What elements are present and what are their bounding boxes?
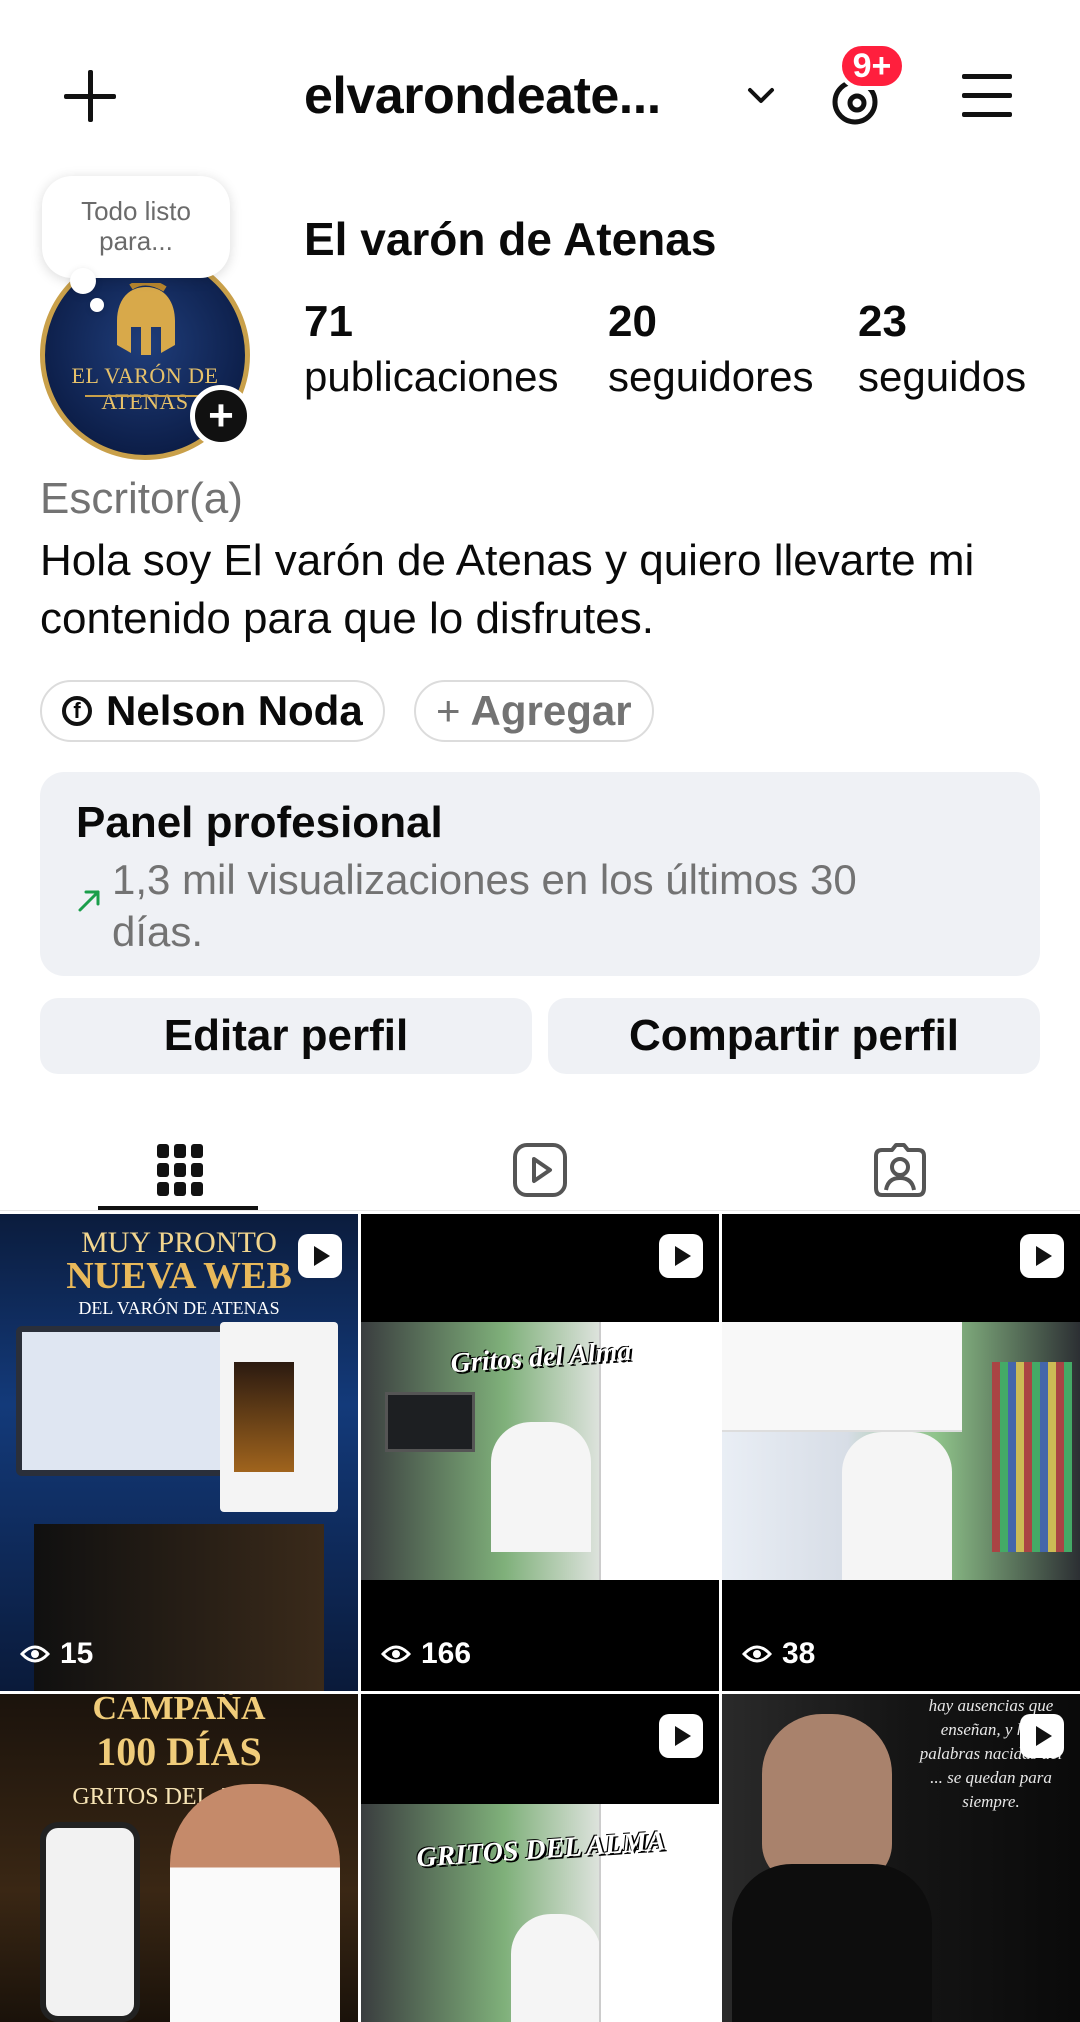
eye-icon — [20, 1645, 50, 1663]
person-silhouette — [842, 1432, 952, 1580]
screen-overlay — [722, 1322, 962, 1432]
profile-category: Escritor(a) — [40, 474, 243, 523]
create-plus-icon[interactable] — [62, 68, 118, 124]
post-tile[interactable]: hay ausencias que enseñan, y hay palabra… — [722, 1694, 1080, 2022]
profile-note[interactable]: Todo listo para... — [42, 176, 230, 278]
facebook-icon: f — [62, 696, 92, 726]
phone-mockup — [40, 1822, 140, 2022]
person-silhouette — [511, 1914, 601, 2022]
post-views-count: 15 — [60, 1637, 94, 1670]
chevron-down-icon[interactable] — [744, 80, 778, 110]
top-bar: elvarondeate... 9+ — [0, 0, 1080, 180]
reel-icon — [659, 1714, 703, 1758]
trend-up-arrow-icon — [78, 890, 100, 912]
eye-icon — [381, 1645, 411, 1663]
reel-icon — [1020, 1234, 1064, 1278]
facebook-link-chip[interactable]: f Nelson Noda — [40, 680, 385, 742]
stat-following[interactable]: 23 seguidos — [858, 298, 1026, 408]
tab-reels[interactable] — [360, 1124, 720, 1216]
spartan-helmet-icon — [117, 283, 175, 355]
stat-following-label: seguidos — [858, 353, 1027, 400]
plus-icon: + — [436, 687, 461, 734]
person-silhouette — [491, 1422, 591, 1552]
grid-icon — [157, 1144, 203, 1196]
stat-following-count: 23 — [858, 297, 907, 346]
post-title-sub: DEL VARÓN DE ATENAS — [78, 1298, 280, 1318]
post-tile[interactable]: 38 — [722, 1214, 1080, 1691]
video-frame — [722, 1322, 1080, 1580]
facebook-link-label: Nelson Noda — [106, 687, 363, 734]
post-tile[interactable]: CAMPAÑA 100 DÍAS GRITOS DEL ALMA — [0, 1694, 358, 2022]
book-cover — [234, 1362, 294, 1472]
professional-dashboard-card[interactable]: Panel profesional 1,3 mil visualizacione… — [40, 772, 1040, 976]
posts-grid: MUY PRONTO NUEVA WEB DEL VARÓN DE ATENAS… — [0, 1214, 1080, 2022]
active-tab-indicator — [98, 1206, 258, 1210]
profile-display-name: El varón de Atenas — [304, 213, 717, 265]
monitor-mockup — [16, 1326, 246, 1476]
post-views-count: 166 — [421, 1637, 472, 1670]
account-username[interactable]: elvarondeate... — [304, 66, 661, 126]
tab-posts-grid[interactable] — [0, 1124, 360, 1216]
post-tile[interactable]: Gritos del Alma 166 — [361, 1214, 719, 1691]
post-views: 38 — [742, 1637, 815, 1671]
author-portrait-head — [762, 1714, 892, 1884]
post-tile[interactable]: MUY PRONTO NUEVA WEB DEL VARÓN DE ATENAS… — [0, 1214, 358, 1691]
eye-icon — [742, 1645, 772, 1663]
post-title-main: 100 DÍAS — [96, 1729, 262, 1774]
panel-summary: 1,3 mil visualizaciones en los últimos 3… — [112, 856, 857, 955]
reel-icon — [298, 1234, 342, 1278]
author-portrait-body — [732, 1864, 932, 2022]
reel-icon — [659, 1234, 703, 1278]
panel-title: Panel profesional — [76, 798, 443, 847]
author-photo — [170, 1784, 340, 2022]
notification-badge: 9+ — [838, 42, 906, 90]
stat-followers-count: 20 — [608, 297, 657, 346]
post-views: 15 — [20, 1637, 93, 1671]
edit-profile-button[interactable]: Editar perfil — [40, 998, 532, 1074]
add-link-chip[interactable]: + Agregar — [414, 680, 654, 742]
post-views-count: 38 — [782, 1637, 816, 1670]
avatar-divider — [85, 395, 205, 397]
share-profile-button[interactable]: Compartir perfil — [548, 998, 1040, 1074]
stat-posts-count: 71 — [304, 297, 353, 346]
post-tile[interactable]: GRITOS DEL ALMA — [361, 1694, 719, 2022]
book-card-mockup — [220, 1322, 338, 1512]
reel-icon — [1020, 1714, 1064, 1758]
stat-followers-label: seguidores — [608, 353, 814, 400]
note-bubble-dot — [70, 268, 96, 294]
tab-tagged[interactable] — [720, 1124, 1080, 1216]
post-title-top: CAMPAÑA — [92, 1694, 266, 1727]
post-views: 166 — [381, 1637, 471, 1671]
tabs-divider — [0, 1210, 1080, 1211]
stat-posts-label: publicaciones — [304, 353, 559, 400]
hamburger-menu-icon[interactable] — [962, 74, 1012, 118]
note-bubble-dot-small — [90, 298, 104, 312]
computer-monitor — [385, 1392, 475, 1452]
add-story-button[interactable]: + — [190, 385, 252, 447]
add-link-label: Agregar — [470, 687, 632, 734]
stat-posts[interactable]: 71 publicaciones — [304, 298, 559, 408]
tagged-person-icon — [874, 1143, 926, 1197]
reels-play-icon — [513, 1143, 567, 1197]
bookshelf — [992, 1362, 1072, 1552]
profile-bio: Hola soy El varón de Atenas y quiero lle… — [40, 536, 975, 643]
stat-followers[interactable]: 20 seguidores — [608, 298, 813, 408]
